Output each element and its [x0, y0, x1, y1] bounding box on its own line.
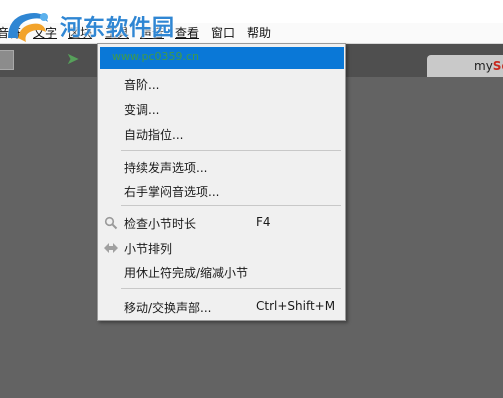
menu-view[interactable]: 查看 [175, 23, 199, 43]
menu-separator [121, 288, 341, 289]
menu-item-complete-reduce-bar[interactable]: 用休止符完成/缩减小节 [98, 261, 345, 283]
site-logo-icon [8, 13, 48, 42]
menu-item-scale[interactable]: 音阶... [98, 73, 345, 95]
menu-item-check-bar-duration[interactable]: 检查小节时长 F4 [98, 212, 345, 234]
arrange-arrows-icon [103, 241, 119, 257]
menu-separator [121, 205, 341, 206]
menu-separator [121, 150, 341, 151]
document-tab-label: mySo [474, 59, 503, 73]
menu-item-auto-fingering[interactable]: 自动指位... [98, 123, 345, 145]
menu-item-palm-mute-options[interactable]: 右手掌闷音选项... [98, 180, 345, 202]
document-tab[interactable]: mySo [427, 55, 503, 77]
toolbar-button[interactable] [0, 50, 14, 70]
menu-item-let-ring-options[interactable]: 持续发声选项... [98, 156, 345, 178]
menu-help[interactable]: 帮助 [247, 23, 271, 43]
magnifier-icon [103, 216, 119, 232]
menu-window[interactable]: 窗口 [211, 23, 235, 43]
watermark-site-name: 河东软件园 [60, 16, 176, 41]
tools-dropdown-menu: 音阶... 变调... 自动指位... 持续发声选项... 右手掌闷音选项...… [97, 43, 346, 321]
back-arrow-icon[interactable]: ➤ [66, 49, 79, 69]
menu-item-transpose[interactable]: 变调... [98, 98, 345, 120]
watermark-url: www.pc0359.cn [112, 50, 200, 63]
menu-item-bar-arrangement[interactable]: 小节排列 [98, 237, 345, 259]
menu-item-move-swap-voices[interactable]: 移动/交换声部... Ctrl+Shift+M [98, 296, 345, 318]
